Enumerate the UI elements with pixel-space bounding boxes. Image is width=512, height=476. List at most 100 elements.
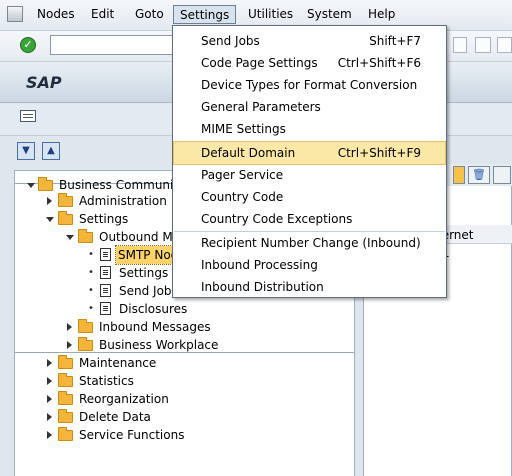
menu-item-label: Pager Service: [201, 168, 284, 182]
tree-node-label: Business Workplace: [99, 338, 219, 352]
tree-node-inbound-messages[interactable]: Inbound Messages: [15, 318, 355, 336]
folder-icon: [38, 177, 53, 191]
bullet-icon: •: [88, 249, 94, 260]
collapsed-arrow-icon[interactable]: [47, 395, 52, 403]
menu-edit[interactable]: Edit: [91, 7, 114, 21]
folder-icon: [78, 229, 93, 243]
tree-node-label: Outbound Me: [99, 230, 181, 244]
expand-all-icon[interactable]: ▼: [17, 142, 35, 160]
tree-node-label: Service Functions: [79, 428, 185, 442]
dropdown-icon[interactable]: [453, 166, 465, 184]
check-icon[interactable]: ✓: [20, 37, 36, 53]
tree-node-delete-data[interactable]: Delete Data: [15, 408, 355, 426]
expanded-arrow-icon[interactable]: [46, 217, 54, 222]
document-icon: [100, 248, 111, 261]
tree-node-business-workplace[interactable]: Business Workplace: [15, 336, 355, 354]
menu-item-pager-service[interactable]: Pager Service: [174, 164, 445, 186]
collapsed-arrow-icon[interactable]: [47, 377, 52, 385]
toolbar-create-session-icon[interactable]: [475, 37, 491, 53]
menu-item-device-types[interactable]: Device Types for Format Conversion: [174, 74, 445, 96]
tree-node-maintenance[interactable]: Maintenance: [15, 354, 355, 372]
collapsed-arrow-icon[interactable]: [47, 431, 52, 439]
bullet-icon: •: [88, 267, 94, 278]
folder-icon: [58, 211, 73, 225]
menu-item-label: Inbound Processing: [201, 258, 318, 272]
bullet-icon: •: [88, 303, 94, 314]
tree-node-label: SMTP Noc: [115, 245, 178, 265]
menu-item-label: Inbound Distribution: [201, 280, 324, 294]
menu-item-label: Country Code: [201, 190, 284, 204]
folder-icon: [58, 391, 73, 405]
expanded-arrow-icon[interactable]: [27, 183, 35, 188]
document-icon: [100, 284, 111, 297]
collapsed-arrow-icon[interactable]: [47, 413, 52, 421]
menu-item-inbound-processing[interactable]: Inbound Processing: [174, 254, 445, 276]
menu-item-label: Country Code Exceptions: [201, 212, 353, 226]
folder-icon: [58, 427, 73, 441]
bullet-icon: •: [88, 285, 94, 296]
menu-item-recipient-number-change[interactable]: Recipient Number Change (Inbound): [174, 232, 445, 254]
menu-item-label: Code Page Settings: [201, 56, 318, 70]
menu-item-shortcut: Ctrl+Shift+F9: [337, 146, 421, 160]
tree-node-label: Delete Data: [79, 410, 151, 424]
tree-node-label: Disclosures: [119, 302, 188, 316]
command-field[interactable]: [50, 35, 180, 55]
tree-node-statistics[interactable]: Statistics: [15, 372, 355, 390]
menu-item-label: MIME Settings: [201, 122, 286, 136]
menu-system[interactable]: System: [307, 7, 352, 21]
menu-item-label: Default Domain: [201, 146, 296, 160]
collapse-all-icon[interactable]: ▲: [42, 142, 60, 160]
page-title: SAP: [26, 73, 62, 92]
menu-item-label: General Parameters: [201, 100, 321, 114]
menu-settings[interactable]: Settings: [173, 5, 237, 24]
menu-item-code-page-settings[interactable]: Code Page Settings Ctrl+Shift+F6: [174, 52, 445, 74]
tree-node-label: Maintenance: [79, 356, 157, 370]
menu-item-shortcut: Shift+F7: [369, 34, 421, 48]
document-icon: [100, 266, 111, 279]
tree-node-disclosures[interactable]: • Disclosures: [15, 300, 355, 318]
tree-node-label: Reorganization: [79, 392, 169, 406]
menu-help[interactable]: Help: [368, 7, 395, 21]
tree-node-label: Send Jobs: [119, 284, 178, 298]
system-menu-icon[interactable]: [7, 6, 23, 22]
settings-dropdown-menu: Send Jobs Shift+F7 Code Page Settings Ct…: [172, 25, 447, 298]
tree-node-label: Statistics: [79, 374, 134, 388]
menu-utilities[interactable]: Utilities: [248, 7, 293, 21]
folder-icon: [58, 355, 73, 369]
tree-node-label: Settings: [79, 212, 129, 226]
collapsed-arrow-icon[interactable]: [67, 323, 72, 331]
menu-item-mime-settings[interactable]: MIME Settings: [174, 118, 445, 140]
trash-icon[interactable]: 🗑: [468, 166, 490, 184]
menu-goto[interactable]: Goto: [135, 7, 164, 21]
menu-item-general-parameters[interactable]: General Parameters: [174, 96, 445, 118]
menu-item-label: Device Types for Format Conversion: [201, 78, 418, 92]
collapsed-arrow-icon[interactable]: [67, 341, 72, 349]
toolbar-shortcut-icon[interactable]: [497, 37, 512, 53]
tree-node-label: Inbound Messages: [99, 320, 211, 334]
folder-icon: [58, 373, 73, 387]
list-icon[interactable]: [20, 110, 36, 122]
folder-icon: [78, 337, 93, 351]
menu-item-country-code-exceptions[interactable]: Country Code Exceptions: [174, 208, 445, 230]
toolbar-arrow-icon[interactable]: [493, 166, 511, 184]
collapsed-arrow-icon[interactable]: [47, 197, 52, 205]
menu-item-inbound-distribution[interactable]: Inbound Distribution: [174, 276, 445, 298]
menu-nodes[interactable]: Nodes: [37, 7, 75, 21]
menu-item-label: Recipient Number Change (Inbound): [201, 236, 421, 250]
menu-item-country-code[interactable]: Country Code: [174, 186, 445, 208]
tree-node-label: Administration: [79, 194, 167, 208]
tree-node-reorganization[interactable]: Reorganization: [15, 390, 355, 408]
tree-node-label: Settings: [119, 266, 169, 280]
folder-icon: [78, 319, 93, 333]
folder-icon: [58, 193, 73, 207]
tree-node-service-functions[interactable]: Service Functions: [15, 426, 355, 444]
document-icon: [100, 302, 111, 315]
menu-item-send-jobs[interactable]: Send Jobs Shift+F7: [174, 30, 445, 52]
collapsed-arrow-icon[interactable]: [47, 359, 52, 367]
menu-item-label: Send Jobs: [201, 34, 260, 48]
expanded-arrow-icon[interactable]: [66, 235, 74, 240]
menu-item-default-domain[interactable]: Default Domain Ctrl+Shift+F9: [173, 141, 446, 165]
menu-item-shortcut: Ctrl+Shift+F6: [337, 56, 421, 70]
folder-icon: [58, 409, 73, 423]
toolbar-page-icon[interactable]: [453, 37, 467, 53]
